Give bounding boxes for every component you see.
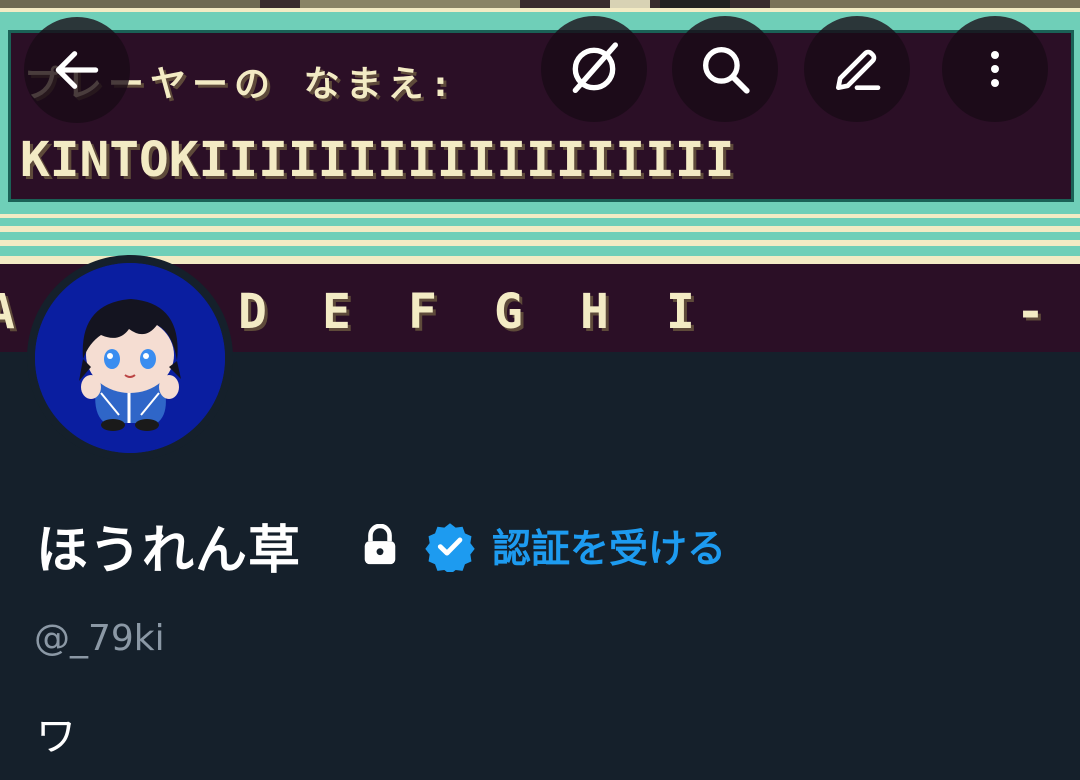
edit-button[interactable] bbox=[804, 16, 910, 122]
avatar[interactable] bbox=[27, 255, 233, 461]
search-icon bbox=[703, 47, 750, 94]
lock-icon bbox=[364, 524, 396, 565]
avatar-image bbox=[35, 263, 225, 453]
banner-stripe bbox=[0, 232, 1080, 240]
chibi-character-avatar-icon bbox=[35, 263, 225, 453]
get-verified-link[interactable]: 認証を受ける bbox=[492, 518, 726, 574]
grok-slash-circle-icon bbox=[572, 42, 618, 93]
banner-stripe bbox=[0, 218, 1080, 226]
banner-letter: A bbox=[0, 284, 15, 340]
search-button[interactable] bbox=[672, 16, 778, 122]
profile-screen: プレーヤーの なまえ: KINTOKIIIIIIIIIIIIIIIIII A D… bbox=[0, 0, 1080, 780]
banner-name-text: KINTOKIIIIIIIIIIIIIIIIII bbox=[20, 132, 735, 188]
banner-letter: D bbox=[238, 284, 267, 340]
more-button[interactable] bbox=[942, 16, 1048, 122]
more-vertical-icon bbox=[991, 51, 999, 87]
banner-letter: H bbox=[580, 284, 609, 340]
banner-letter: F bbox=[408, 284, 437, 340]
back-button[interactable] bbox=[24, 17, 130, 123]
profile-display-name: ほうれん草 bbox=[36, 521, 302, 581]
arrow-left-icon bbox=[55, 51, 99, 89]
banner-letter: - bbox=[1016, 284, 1045, 340]
banner-letter: G bbox=[494, 284, 523, 340]
banner-stripe bbox=[0, 246, 1080, 256]
banner-top-strip bbox=[0, 0, 1080, 8]
profile-bio: ワ bbox=[36, 714, 76, 760]
grok-button[interactable] bbox=[541, 16, 647, 122]
banner-letter: E bbox=[322, 284, 351, 340]
pencil-icon bbox=[836, 49, 881, 90]
profile-handle: @_79ki bbox=[34, 618, 165, 659]
verified-badge-icon bbox=[425, 523, 475, 572]
banner-letter: I bbox=[666, 284, 695, 340]
